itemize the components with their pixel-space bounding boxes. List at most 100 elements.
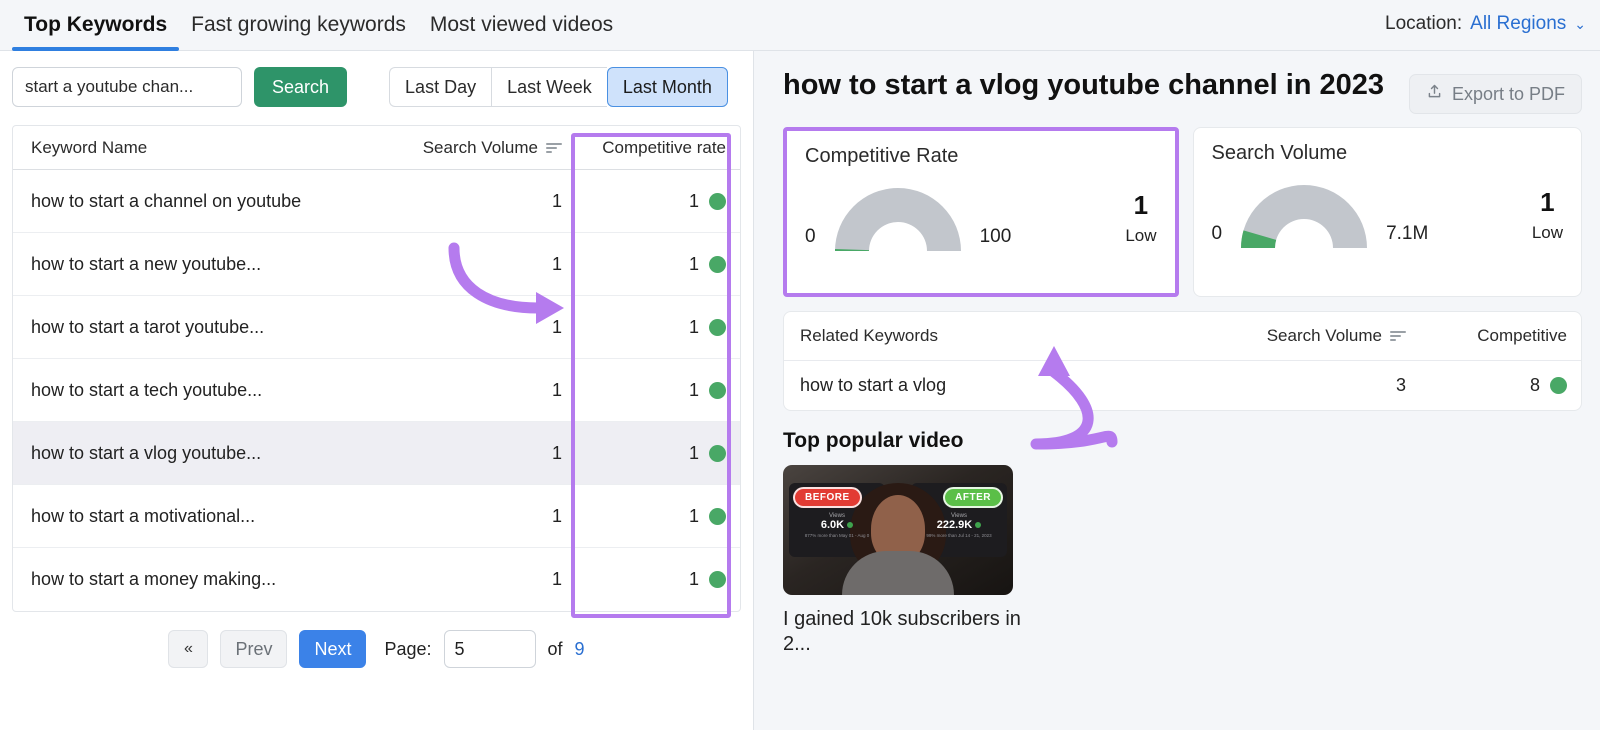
cell-competitive-rate: 1: [580, 317, 740, 338]
related-header-row: Related Keywords Search Volume Competiti…: [784, 312, 1581, 361]
keyword-detail-panel: how to start a vlog youtube channel in 2…: [755, 51, 1600, 730]
cell-search-volume: 1: [551, 253, 562, 274]
table-row[interactable]: how to start a money making... 1 1: [13, 548, 740, 611]
search-volume-card: Search Volume 0 7.1M 1 Low: [1192, 127, 1582, 297]
cell-competitive-rate: 1: [580, 191, 740, 212]
header-competitive-rate: Competitive rate: [602, 137, 726, 157]
cell-competitive-rate: 1: [580, 506, 740, 527]
gauge-min-label: 0: [1211, 223, 1223, 244]
status-dot-icon: [709, 255, 726, 273]
tab-fast-growing-keywords[interactable]: Fast growing keywords: [179, 0, 418, 51]
video-caption: I gained 10k subscribers in 2...: [783, 608, 1021, 655]
header-related-competitive: Competitive: [1477, 326, 1567, 345]
status-dot-icon: [709, 381, 726, 399]
related-keywords-table: Related Keywords Search Volume Competiti…: [783, 311, 1582, 411]
before-views-value: 6.0K: [820, 519, 845, 531]
table-body: how to start a channel on youtube 1 1 how t…: [13, 170, 740, 611]
page-title: how to start a vlog youtube channel in 2…: [783, 69, 1385, 101]
cell-keyword-name: how to start a channel on youtube: [31, 190, 302, 211]
search-button[interactable]: Search: [254, 67, 348, 107]
location-label: Location:: [1385, 13, 1463, 34]
header-search-volume[interactable]: Search Volume: [390, 138, 580, 158]
table-row[interactable]: how to start a channel on youtube 1 1: [13, 170, 740, 233]
status-dot-icon: [709, 507, 726, 525]
header-related-keywords: Related Keywords: [800, 326, 938, 345]
gauge-value: 1: [1133, 190, 1149, 220]
header-related-volume-label: Search Volume: [1266, 326, 1382, 345]
cell-related-competitive: 8: [1406, 375, 1581, 396]
location-selector[interactable]: Location: All Regions ⌄: [1385, 13, 1586, 35]
table-row[interactable]: how to start a vlog youtube... 1 1: [13, 422, 740, 485]
of-label: of: [547, 638, 563, 659]
cell-competitive-rate: 1: [580, 569, 740, 590]
gauge-rating: Low: [1531, 223, 1563, 242]
pagination: « Prev Next Page: of 9: [0, 612, 753, 668]
cell-search-volume: 1: [551, 569, 562, 589]
status-dot-icon: [1550, 377, 1567, 394]
video-thumbnail[interactable]: BEFORE AFTER Views 6.0K 877% more than M…: [783, 465, 1013, 595]
upload-icon: [1426, 83, 1443, 105]
after-note: 99% more than Jul 14 - 21, 2023: [926, 533, 992, 538]
range-last-week[interactable]: Last Week: [491, 67, 607, 107]
cell-competitive-rate-value: 1: [688, 316, 699, 337]
before-stat: Views 6.0K 877% more than May 01 - Aug 0: [789, 513, 885, 538]
top-popular-video-section: Top popular video BEFORE AFTER Views 6.0…: [783, 429, 1582, 657]
first-page-button[interactable]: «: [168, 630, 209, 668]
gauge-area: 0 100 1 Low: [805, 176, 1157, 252]
cell-competitive-rate-value: 1: [688, 442, 699, 463]
status-dot-icon: [975, 522, 982, 528]
gauge-area: 0 7.1M 1 Low: [1211, 173, 1563, 249]
before-badge: BEFORE: [793, 487, 862, 508]
tab-label: Fast growing keywords: [191, 13, 406, 36]
cell-search-volume: 1: [551, 505, 562, 526]
card-title: Search Volume: [1211, 142, 1348, 164]
gauge-value-block: 1 Low: [1125, 192, 1156, 252]
cell-competitive-rate-value: 1: [688, 253, 699, 274]
time-range-group: Last Day Last Week Last Month: [389, 67, 728, 107]
page-number-input[interactable]: [443, 630, 536, 668]
location-value[interactable]: All Regions: [1470, 13, 1566, 35]
status-dot-icon: [847, 522, 854, 528]
table-row[interactable]: how to start a new youtube... 1 1: [13, 233, 740, 296]
keyword-table: Keyword Name Search Volume Competitive r…: [12, 125, 741, 612]
cell-competitive-rate: 1: [580, 443, 740, 464]
competitive-rate-card: Competitive Rate 0 100 1 Low: [783, 127, 1179, 297]
cell-keyword-name: how to start a tech youtube...: [31, 379, 263, 400]
chevron-down-icon[interactable]: ⌄: [1574, 17, 1586, 31]
cell-competitive-rate-value: 1: [688, 379, 699, 400]
related-table-body: how to start a vlog 3 8: [784, 361, 1581, 410]
status-dot-icon: [709, 444, 726, 462]
filter-bar: Search Last Day Last Week Last Month: [0, 51, 753, 117]
related-table-row[interactable]: how to start a vlog 3 8: [784, 361, 1581, 410]
gauge-rating: Low: [1125, 226, 1157, 245]
cell-keyword-name: how to start a money making...: [31, 569, 277, 589]
status-dot-icon: [709, 192, 726, 210]
status-dot-icon: [709, 318, 726, 336]
cell-related-competitive-value: 8: [1529, 375, 1540, 395]
detail-header: how to start a vlog youtube channel in 2…: [783, 68, 1582, 114]
cell-competitive-rate-value: 1: [688, 190, 699, 211]
table-row[interactable]: how to start a motivational... 1 1: [13, 485, 740, 548]
range-last-day[interactable]: Last Day: [389, 67, 492, 107]
tab-top-keywords[interactable]: Top Keywords: [12, 0, 180, 51]
export-to-pdf-label: Export to PDF: [1451, 83, 1565, 104]
search-input[interactable]: [12, 67, 242, 107]
gauge-min-label: 0: [805, 226, 816, 247]
card-title: Competitive Rate: [805, 145, 959, 167]
next-page-button[interactable]: Next: [299, 630, 367, 668]
tab-most-viewed-videos[interactable]: Most viewed videos: [418, 0, 625, 51]
table-row[interactable]: how to start a tech youtube... 1 1: [13, 359, 740, 422]
sort-icon[interactable]: [546, 142, 562, 154]
table-row[interactable]: how to start a tarot youtube... 1 1: [13, 296, 740, 359]
table-header-row: Keyword Name Search Volume Competitive r…: [13, 126, 740, 170]
cell-keyword-name: how to start a new youtube...: [31, 253, 262, 274]
cell-keyword-name: how to start a vlog youtube...: [31, 442, 262, 463]
page-label: Page:: [384, 638, 432, 659]
prev-page-button[interactable]: Prev: [220, 630, 288, 668]
gauge-value: 1: [1540, 187, 1555, 217]
cell-search-volume: 1: [551, 316, 562, 337]
export-to-pdf-button[interactable]: Export to PDF: [1408, 74, 1582, 114]
sort-icon[interactable]: [1390, 330, 1406, 342]
header-related-search-volume[interactable]: Search Volume: [1146, 326, 1406, 346]
range-last-month[interactable]: Last Month: [606, 67, 728, 107]
